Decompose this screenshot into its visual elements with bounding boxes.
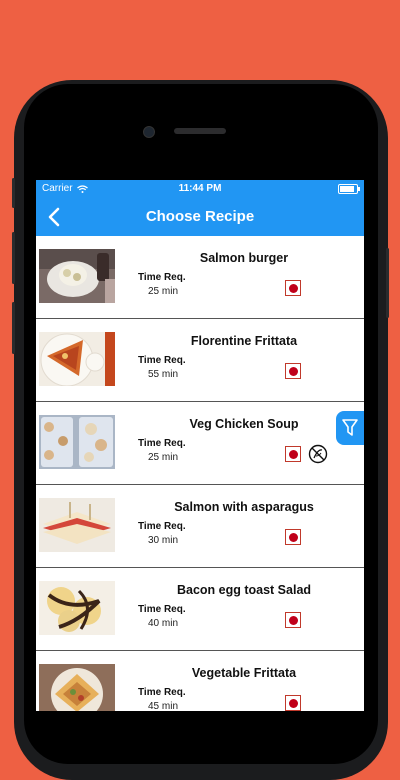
non-veg-icon: [285, 280, 301, 296]
non-veg-icon: [285, 363, 301, 379]
recipe-thumbnail: [39, 415, 115, 469]
time-label: Time Req.: [138, 687, 186, 698]
front-camera: [143, 126, 155, 138]
recipe-row[interactable]: Bacon egg toast Salad Time Req. 40 min: [36, 568, 364, 651]
recipe-thumbnail: [39, 332, 115, 386]
battery-icon: [338, 184, 360, 194]
recipe-row[interactable]: Salmon with asparagus Time Req. 30 min: [36, 485, 364, 568]
time-label: Time Req.: [138, 272, 186, 283]
filter-button[interactable]: [336, 411, 364, 445]
time-label: Time Req.: [138, 521, 186, 532]
recipe-list: Salmon burger Time Req. 25 min Florentin…: [36, 236, 364, 711]
app-screen: Carrier 11:44 PM Choose Recipe Salmon bu…: [36, 180, 364, 711]
time-value: 30 min: [148, 535, 179, 546]
volume-up-button: [12, 232, 15, 284]
recipe-name: Vegetable Frittata: [191, 666, 297, 680]
no-veg-icon: [308, 444, 328, 464]
volume-down-button: [12, 302, 15, 354]
non-veg-icon: [285, 529, 301, 545]
time-label: Time Req.: [138, 604, 186, 615]
recipe-row[interactable]: Florentine Frittata Time Req. 55 min: [36, 319, 364, 402]
recipe-row[interactable]: Vegetable Frittata Time Req. 45 min: [36, 651, 364, 711]
recipe-name: Salmon with asparagus: [174, 500, 314, 514]
time-value: 45 min: [148, 701, 179, 711]
non-veg-icon: [285, 612, 301, 628]
time-label: Time Req.: [138, 355, 186, 366]
time-value: 40 min: [148, 618, 179, 629]
time-label: Time Req.: [138, 438, 186, 449]
mute-switch: [12, 178, 15, 208]
status-bar: Carrier 11:44 PM: [36, 180, 364, 198]
recipe-row[interactable]: Salmon burger Time Req. 25 min: [36, 236, 364, 319]
recipe-name: Veg Chicken Soup: [189, 417, 299, 431]
recipe-thumbnail: [39, 664, 115, 711]
recipe-row[interactable]: Veg Chicken Soup Time Req. 25 min: [36, 402, 364, 485]
earpiece-speaker: [174, 128, 226, 134]
non-veg-icon: [285, 446, 301, 462]
nav-bar: Choose Recipe: [36, 198, 364, 236]
non-veg-icon: [285, 695, 301, 711]
power-button: [386, 248, 389, 318]
recipe-name: Florentine Frittata: [190, 334, 298, 348]
recipe-name: Salmon burger: [199, 251, 289, 265]
page-title: Choose Recipe: [145, 208, 255, 225]
recipe-thumbnail: [39, 581, 115, 635]
time-value: 25 min: [148, 286, 179, 297]
recipe-thumbnail: [39, 498, 115, 552]
filter-icon: [342, 419, 358, 436]
time-value: 25 min: [148, 452, 179, 463]
time-value: 55 min: [148, 369, 179, 380]
status-time: 11:44 PM: [178, 183, 222, 194]
recipe-name: Bacon egg toast Salad: [176, 583, 312, 597]
recipe-thumbnail: [39, 249, 115, 303]
